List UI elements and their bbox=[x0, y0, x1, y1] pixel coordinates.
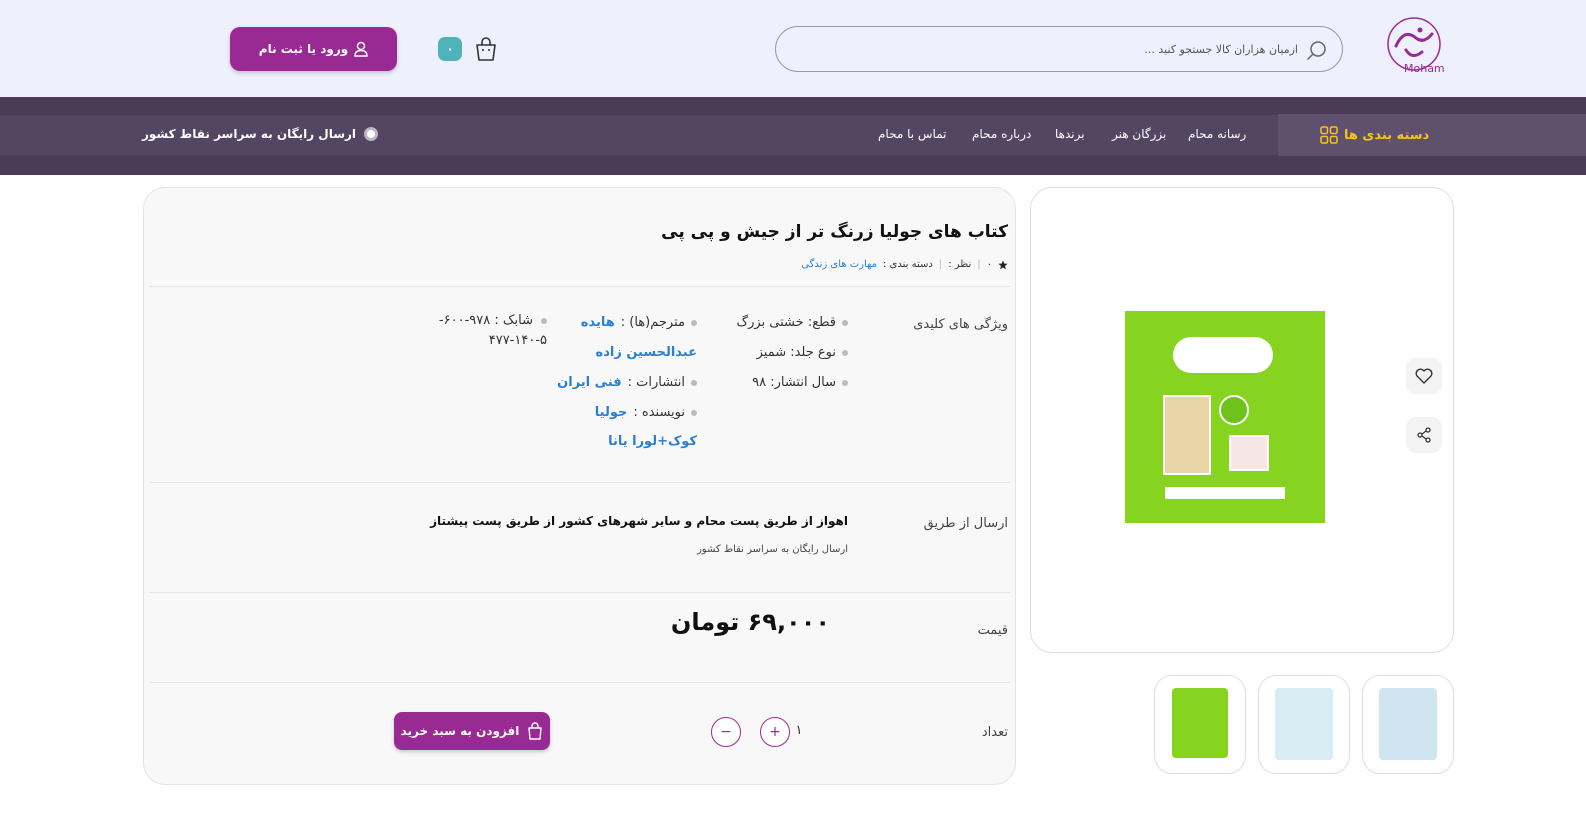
cover-card bbox=[1229, 435, 1269, 471]
bullet-dot bbox=[691, 319, 697, 326]
quantity-value[interactable]: ۱ bbox=[794, 723, 804, 738]
nav-link-about[interactable]: درباره محام bbox=[972, 127, 1031, 141]
cart-count-badge: ۰ bbox=[438, 37, 462, 61]
nav-link-brands[interactable]: برندها bbox=[1055, 127, 1085, 141]
bullet-dot bbox=[842, 319, 848, 326]
add-to-cart-button[interactable]: افزودن به سبد خرید bbox=[394, 712, 550, 750]
free-shipping-text: ارسال رایگان به سراسر نقاط کشور bbox=[142, 127, 357, 141]
category-label: دسته بندی : bbox=[882, 259, 933, 270]
cart-icon[interactable] bbox=[473, 36, 499, 62]
feature-year-text: سال انتشار: ۹۸ bbox=[752, 375, 836, 390]
cover-books-stack bbox=[1163, 395, 1211, 475]
isbn-value-cont: ۴۷۷-۱۴۰-۵ bbox=[488, 333, 547, 348]
thumbnail-image bbox=[1172, 688, 1228, 758]
login-register-label: ورود یا ثبت نام bbox=[258, 42, 349, 56]
search-input[interactable] bbox=[818, 27, 1298, 71]
top-header: Moham ۰ ورود یا ثبت نام bbox=[0, 0, 1586, 97]
translator-link-cont[interactable]: عبدالحسین زاده bbox=[596, 345, 697, 360]
publisher-link[interactable]: فنی ایران bbox=[557, 375, 621, 390]
feature-translator: مترجم(ها) : هایده bbox=[581, 315, 697, 330]
cover-barcode bbox=[1165, 487, 1285, 499]
nav-link-contact[interactable]: تماس با محام bbox=[878, 127, 946, 141]
site-logo[interactable]: Moham bbox=[1378, 16, 1450, 78]
divider bbox=[150, 482, 1010, 483]
divider bbox=[150, 286, 1010, 287]
price-value: ۶۹,۰۰۰ تومان bbox=[670, 608, 830, 636]
translator-label: مترجم(ها) : bbox=[620, 315, 685, 330]
feature-format-text: قطع: خشتی بزرگ bbox=[736, 315, 836, 330]
feature-format: قطع: خشتی بزرگ bbox=[736, 315, 848, 330]
product-thumbnail[interactable] bbox=[1258, 675, 1350, 774]
share-icon bbox=[1417, 427, 1431, 443]
product-thumbnail[interactable] bbox=[1362, 675, 1454, 774]
product-meta: ۰ | نظر : | دسته بندی : مهارت های زندگی bbox=[801, 259, 1008, 270]
user-icon bbox=[354, 41, 368, 57]
radio-dot-icon bbox=[364, 127, 379, 141]
price-label: قیمت bbox=[977, 623, 1008, 638]
bullet-dot bbox=[842, 379, 848, 386]
shopping-bag-icon bbox=[528, 722, 543, 740]
features-label: ویژگی های کلیدی bbox=[913, 317, 1008, 332]
translator-link[interactable]: هایده bbox=[581, 315, 615, 330]
feature-publisher: انتشارات : فنی ایران bbox=[557, 375, 697, 390]
product-info-panel: کتاب های جولیا زرنگ تر از جیش و پی پی ۰ … bbox=[143, 187, 1016, 785]
search-icon[interactable] bbox=[1306, 39, 1328, 61]
divider bbox=[150, 682, 1010, 683]
feature-author: نویسنده : جولیا bbox=[595, 405, 697, 420]
rating-count: ۰ bbox=[986, 259, 992, 270]
main-nav: دسته بندی ها رسانه محام بزرگان هنر برنده… bbox=[0, 97, 1586, 175]
star-icon bbox=[998, 260, 1008, 269]
thumbnail-image bbox=[1275, 688, 1333, 760]
shipping-note: ارسال رایگان به سراسر نقاط کشور bbox=[696, 544, 848, 555]
divider bbox=[150, 592, 1010, 593]
meta-separator: | bbox=[977, 259, 981, 270]
search-bar bbox=[775, 26, 1343, 72]
feature-isbn: شابک : ۹۷۸-۶۰۰- ۴۷۷-۱۴۰-۵ bbox=[417, 311, 547, 351]
grid-icon bbox=[1320, 126, 1338, 144]
category-link[interactable]: مهارت های زندگی bbox=[801, 259, 877, 270]
cover-bubble bbox=[1173, 337, 1273, 373]
bullet-dot bbox=[842, 349, 848, 356]
feature-binding-text: نوع جلد: شمیز bbox=[756, 345, 836, 360]
add-to-cart-label: افزودن به سبد خرید bbox=[400, 724, 520, 738]
isbn-value: ۹۷۸-۶۰۰- bbox=[438, 313, 491, 328]
bullet-dot bbox=[541, 318, 547, 324]
product-image-panel bbox=[1030, 187, 1454, 653]
feature-year: سال انتشار: ۹۸ bbox=[752, 375, 848, 390]
author-link[interactable]: جولیا bbox=[595, 405, 628, 420]
quantity-plus-button[interactable]: + bbox=[760, 717, 790, 747]
bullet-dot bbox=[691, 379, 697, 386]
nav-link-art-masters[interactable]: بزرگان هنر bbox=[1112, 127, 1166, 141]
logo-text: Moham bbox=[1404, 62, 1445, 75]
feature-binding: نوع جلد: شمیز bbox=[757, 345, 848, 360]
wishlist-button[interactable] bbox=[1406, 358, 1442, 394]
bullet-dot bbox=[691, 409, 697, 416]
free-shipping-notice: ارسال رایگان به سراسر نقاط کشور bbox=[142, 127, 379, 141]
nav-link-moham-media[interactable]: رسانه محام bbox=[1188, 127, 1246, 141]
product-thumbnail[interactable] bbox=[1154, 675, 1246, 774]
product-title: کتاب های جولیا زرنگ تر از جیش و پی پی bbox=[661, 222, 1008, 242]
shipping-label: ارسال از طریق bbox=[923, 516, 1008, 531]
publisher-label: انتشارات : bbox=[627, 375, 685, 390]
quantity-minus-button[interactable]: − bbox=[711, 717, 741, 747]
cover-logo-icon bbox=[1219, 395, 1249, 425]
isbn-label: شابک : bbox=[494, 313, 533, 328]
thumbnail-image bbox=[1379, 688, 1437, 760]
quantity-label: تعداد bbox=[981, 725, 1008, 740]
categories-label: دسته بندی ها bbox=[1344, 127, 1430, 143]
rating-label[interactable]: نظر : bbox=[948, 259, 971, 270]
login-register-button[interactable]: ورود یا ثبت نام bbox=[230, 27, 397, 71]
product-main-image[interactable] bbox=[1125, 311, 1325, 523]
categories-button[interactable]: دسته بندی ها bbox=[1278, 114, 1586, 156]
share-button[interactable] bbox=[1406, 417, 1442, 453]
heart-icon bbox=[1415, 368, 1433, 384]
shipping-method: اهواز از طریق پست محام و سایر شهرهای کشو… bbox=[430, 514, 848, 528]
meta-separator: | bbox=[938, 259, 943, 270]
author-link-cont[interactable]: کوک+لورا یانا bbox=[608, 434, 697, 449]
author-label: نویسنده : bbox=[633, 405, 685, 420]
